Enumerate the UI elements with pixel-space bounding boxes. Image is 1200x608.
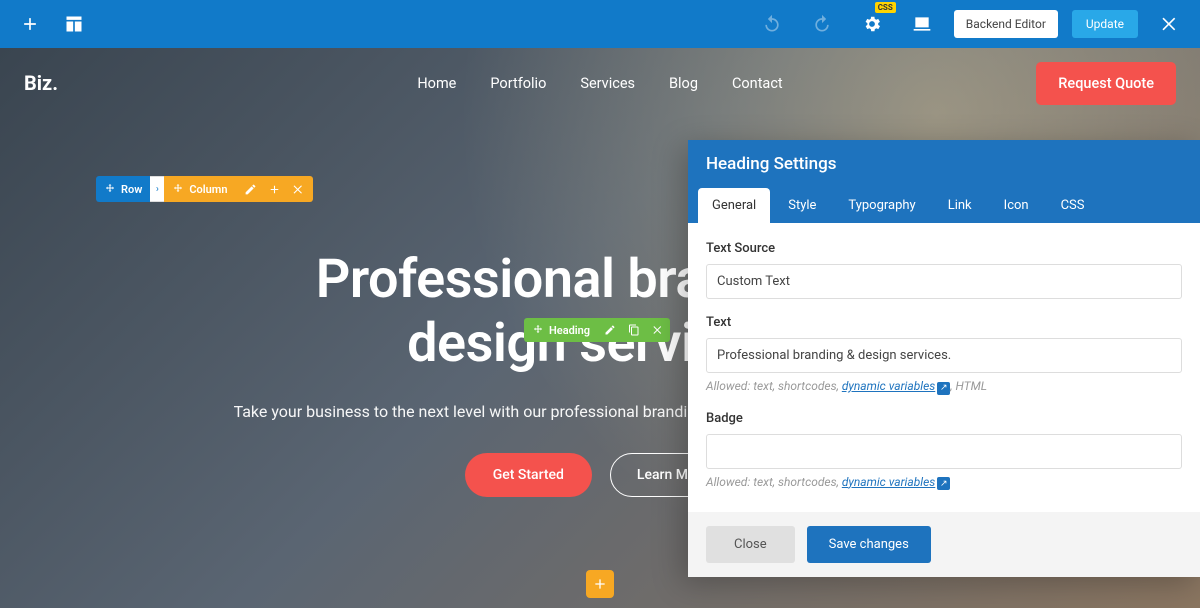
redo-button[interactable] [804, 6, 840, 42]
nav-item[interactable]: Contact [732, 75, 783, 92]
nav-item[interactable]: Services [580, 75, 635, 92]
dynamic-variables-link[interactable]: dynamic variables [842, 475, 935, 489]
tab-general[interactable]: General [698, 188, 770, 223]
site-logo: Biz. [24, 71, 58, 95]
undo-button[interactable] [754, 6, 790, 42]
breadcrumb-separator: › [150, 176, 164, 202]
responsive-preview-button[interactable] [904, 6, 940, 42]
element-toolbar-label: Heading [549, 324, 590, 337]
top-toolbar: Backend Editor Update [0, 0, 1200, 48]
element-breadcrumb: Row › Column [96, 176, 313, 202]
panel-title: Heading Settings [688, 140, 1200, 188]
tab-icon[interactable]: Icon [990, 188, 1043, 223]
add-element-button[interactable] [12, 6, 48, 42]
request-quote-button[interactable]: Request Quote [1036, 62, 1176, 105]
close-panel-button[interactable]: Close [706, 526, 795, 563]
save-changes-button[interactable]: Save changes [807, 526, 931, 563]
delete-column-button[interactable] [287, 178, 309, 200]
get-started-button[interactable]: Get Started [465, 453, 592, 497]
move-icon [172, 183, 184, 195]
move-icon [532, 324, 544, 336]
site-header: Biz. Home Portfolio Services Blog Contac… [0, 48, 1200, 118]
delete-heading-button[interactable] [646, 318, 670, 342]
heading-settings-panel: Heading Settings General Style Typograph… [688, 140, 1200, 577]
backend-editor-button[interactable]: Backend Editor [954, 10, 1058, 38]
tab-css[interactable]: CSS [1047, 188, 1099, 223]
text-label: Text [706, 315, 1182, 330]
nav-item[interactable]: Blog [669, 75, 698, 92]
panel-tabs: General Style Typography Link Icon CSS [688, 188, 1200, 223]
breadcrumb-column-tools [235, 176, 313, 202]
heading-element-toolbar: Heading [524, 318, 670, 342]
text-help: Allowed: text, shortcodes, dynamic varia… [706, 379, 1182, 395]
text-source-label: Text Source [706, 241, 1182, 256]
badge-help: Allowed: text, shortcodes, dynamic varia… [706, 475, 1182, 491]
clone-heading-button[interactable] [622, 318, 646, 342]
page-settings-button[interactable] [854, 6, 890, 42]
panel-footer: Close Save changes [688, 512, 1200, 577]
nav-item[interactable]: Home [417, 75, 456, 92]
primary-nav: Home Portfolio Services Blog Contact [417, 75, 782, 92]
close-editor-button[interactable] [1152, 6, 1188, 42]
breadcrumb-row-label: Row [121, 183, 142, 196]
tab-typography[interactable]: Typography [834, 188, 929, 223]
move-icon [104, 183, 116, 195]
breadcrumb-column-label: Column [189, 183, 227, 196]
edit-heading-button[interactable] [598, 318, 622, 342]
add-section-button[interactable] [586, 570, 614, 598]
badge-input[interactable] [706, 434, 1182, 469]
tab-style[interactable]: Style [774, 188, 830, 223]
dynamic-variables-link[interactable]: dynamic variables [842, 379, 935, 393]
external-link-icon: ↗ [937, 382, 950, 395]
heading-text-input[interactable] [706, 338, 1182, 373]
text-source-select[interactable] [706, 264, 1182, 299]
external-link-icon: ↗ [937, 477, 950, 490]
templates-button[interactable] [56, 6, 92, 42]
breadcrumb-column[interactable]: Column [164, 176, 235, 202]
badge-label: Badge [706, 411, 1182, 426]
edit-column-button[interactable] [239, 178, 261, 200]
breadcrumb-row[interactable]: Row [96, 176, 150, 202]
tab-link[interactable]: Link [934, 188, 986, 223]
update-button[interactable]: Update [1072, 10, 1138, 38]
add-column-button[interactable] [263, 178, 285, 200]
nav-item[interactable]: Portfolio [490, 75, 546, 92]
